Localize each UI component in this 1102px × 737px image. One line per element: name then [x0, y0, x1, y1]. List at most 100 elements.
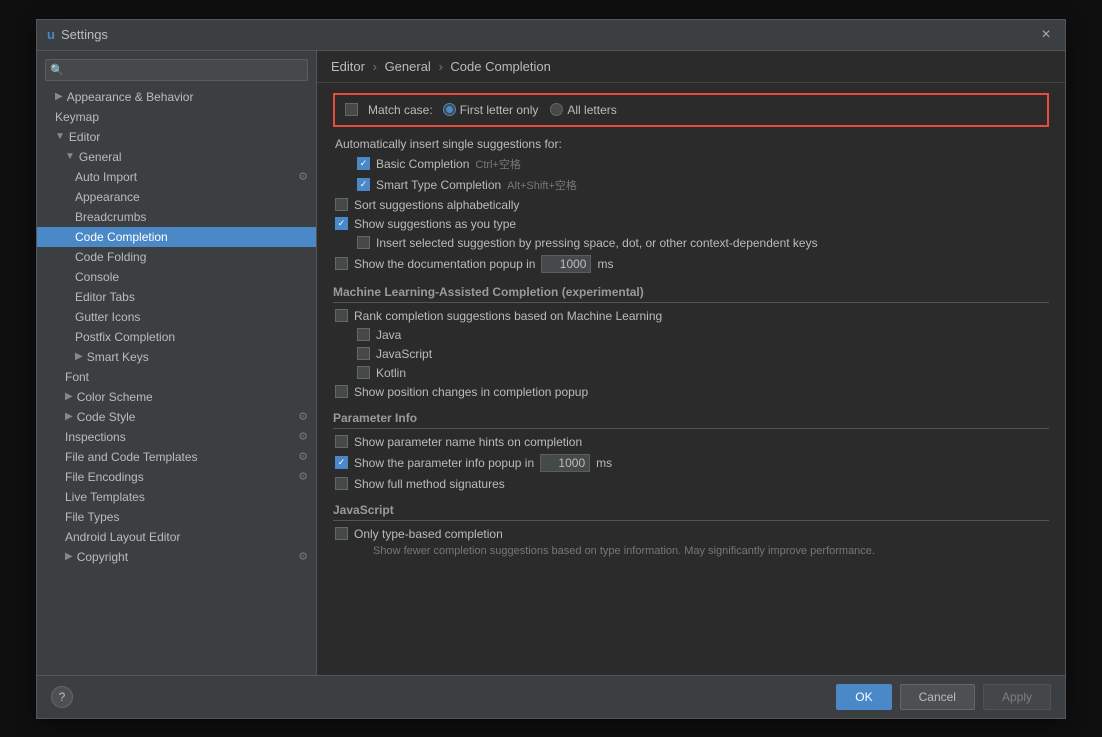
dialog-body: 🔍 ▶ Appearance & Behavior Keymap ▼ Edito… [37, 51, 1065, 675]
sidebar-item-auto-import[interactable]: Auto Import ⚙ [37, 167, 316, 187]
match-case-label: Match case: [368, 103, 433, 117]
sidebar-item-file-types[interactable]: File Types [37, 507, 316, 527]
show-full-method-label: Show full method signatures [354, 477, 505, 491]
sidebar-item-android-layout-editor[interactable]: Android Layout Editor [37, 527, 316, 547]
show-param-hints-checkbox[interactable] [335, 435, 348, 448]
show-doc-popup-checkbox[interactable] [335, 257, 348, 270]
sidebar-item-file-encodings[interactable]: File Encodings ⚙ [37, 467, 316, 487]
breadcrumb-sep2: › [438, 59, 442, 74]
sidebar-item-code-completion[interactable]: Code Completion [37, 227, 316, 247]
match-case-checkbox[interactable] [345, 103, 358, 116]
sidebar-item-label: Keymap [55, 110, 99, 124]
sidebar-item-label: Breadcrumbs [75, 210, 146, 224]
kotlin-checkbox[interactable] [357, 366, 370, 379]
sidebar-item-general[interactable]: ▼ General [37, 147, 316, 167]
sidebar-item-smart-keys[interactable]: ▶ Smart Keys [37, 347, 316, 367]
sidebar-item-live-templates[interactable]: Live Templates [37, 487, 316, 507]
arrow-icon: ▶ [65, 411, 73, 422]
radio-all-letters[interactable]: All letters [550, 103, 616, 117]
basic-completion-row: Basic Completion Ctrl+空格 [333, 156, 1049, 172]
sort-alpha-checkbox[interactable] [335, 198, 348, 211]
sidebar-item-postfix-completion[interactable]: Postfix Completion [37, 327, 316, 347]
show-full-method-row: Show full method signatures [333, 477, 1049, 491]
sidebar-item-label: Postfix Completion [75, 330, 175, 344]
arrow-icon: ▶ [55, 91, 63, 102]
insert-space-checkbox[interactable] [357, 236, 370, 249]
show-param-popup-input[interactable] [540, 454, 590, 472]
basic-completion-checkbox[interactable] [357, 157, 370, 170]
basic-completion-shortcut: Ctrl+空格 [475, 156, 521, 172]
sidebar-item-color-scheme[interactable]: ▶ Color Scheme [37, 387, 316, 407]
sidebar-item-editor-tabs[interactable]: Editor Tabs [37, 287, 316, 307]
breadcrumb: Editor › General › Code Completion [317, 51, 1065, 83]
radio-first-letter-label: First letter only [460, 103, 539, 117]
breadcrumb-editor: Editor [331, 59, 365, 74]
cancel-button[interactable]: Cancel [900, 684, 975, 710]
show-full-method-checkbox[interactable] [335, 477, 348, 490]
arrow-icon: ▼ [55, 131, 65, 142]
smart-type-label: Smart Type Completion [376, 178, 501, 192]
sidebar-item-breadcrumbs[interactable]: Breadcrumbs [37, 207, 316, 227]
close-button[interactable]: × [1037, 26, 1055, 44]
sidebar-item-label: Code Completion [75, 230, 168, 244]
sidebar-item-appearance-behavior[interactable]: ▶ Appearance & Behavior [37, 87, 316, 107]
sidebar-item-label: Font [65, 370, 89, 384]
apply-button[interactable]: Apply [983, 684, 1051, 710]
show-param-hints-label: Show parameter name hints on completion [354, 435, 582, 449]
sidebar-item-editor[interactable]: ▼ Editor [37, 127, 316, 147]
content-area: Match case: First letter only All letter… [317, 83, 1065, 675]
sidebar-item-label: File Types [65, 510, 119, 524]
param-info-section-label: Parameter Info [333, 411, 1049, 429]
javascript-checkbox[interactable] [357, 347, 370, 360]
radio-first-letter[interactable]: First letter only [443, 103, 539, 117]
smart-type-shortcut: Alt+Shift+空格 [507, 177, 577, 193]
kotlin-label: Kotlin [376, 366, 406, 380]
sidebar-item-label: General [79, 150, 122, 164]
search-input[interactable] [45, 59, 308, 81]
rank-ml-label: Rank completion suggestions based on Mac… [354, 309, 662, 323]
ok-button[interactable]: OK [836, 684, 891, 710]
sidebar-item-file-code-templates[interactable]: File and Code Templates ⚙ [37, 447, 316, 467]
sidebar-item-copyright[interactable]: ▶ Copyright ⚙ [37, 547, 316, 567]
basic-completion-label: Basic Completion [376, 157, 469, 171]
show-doc-popup-input[interactable] [541, 255, 591, 273]
sidebar-item-console[interactable]: Console [37, 267, 316, 287]
show-as-type-checkbox[interactable] [335, 217, 348, 230]
java-row: Java [333, 328, 1049, 342]
show-position-row: Show position changes in completion popu… [333, 385, 1049, 399]
radio-first-letter-dot [443, 103, 456, 116]
sidebar-item-appearance[interactable]: Appearance [37, 187, 316, 207]
sidebar-item-code-style[interactable]: ▶ Code Style ⚙ [37, 407, 316, 427]
sidebar-item-gutter-icons[interactable]: Gutter Icons [37, 307, 316, 327]
only-type-based-label: Only type-based completion [354, 527, 503, 541]
show-doc-popup-label: Show the documentation popup in [354, 257, 535, 271]
sidebar-item-font[interactable]: Font [37, 367, 316, 387]
show-param-popup-checkbox[interactable] [335, 456, 348, 469]
settings-icon: ⚙ [298, 450, 308, 463]
breadcrumb-code-completion: Code Completion [450, 59, 550, 74]
sidebar-item-code-folding[interactable]: Code Folding [37, 247, 316, 267]
radio-all-letters-label: All letters [567, 103, 616, 117]
java-checkbox[interactable] [357, 328, 370, 341]
sidebar-item-label: File and Code Templates [65, 450, 198, 464]
breadcrumb-general: General [385, 59, 431, 74]
auto-insert-row: Automatically insert single suggestions … [333, 137, 1049, 151]
sidebar-item-label: Gutter Icons [75, 310, 140, 324]
rank-ml-checkbox[interactable] [335, 309, 348, 322]
show-as-type-row: Show suggestions as you type [333, 217, 1049, 231]
settings-icon: ⚙ [298, 550, 308, 563]
smart-type-checkbox[interactable] [357, 178, 370, 191]
sort-alpha-row: Sort suggestions alphabetically [333, 198, 1049, 212]
help-button[interactable]: ? [51, 686, 73, 708]
sidebar-item-label: Editor [69, 130, 100, 144]
show-position-label: Show position changes in completion popu… [354, 385, 588, 399]
match-case-section: Match case: First letter only All letter… [333, 93, 1049, 127]
sidebar-item-label: Inspections [65, 430, 126, 444]
sidebar-item-inspections[interactable]: Inspections ⚙ [37, 427, 316, 447]
ml-section-label: Machine Learning-Assisted Completion (ex… [333, 285, 1049, 303]
only-type-based-checkbox[interactable] [335, 527, 348, 540]
sidebar-item-keymap[interactable]: Keymap [37, 107, 316, 127]
show-position-checkbox[interactable] [335, 385, 348, 398]
arrow-icon: ▼ [65, 151, 75, 162]
sidebar-item-label: Smart Keys [87, 350, 149, 364]
